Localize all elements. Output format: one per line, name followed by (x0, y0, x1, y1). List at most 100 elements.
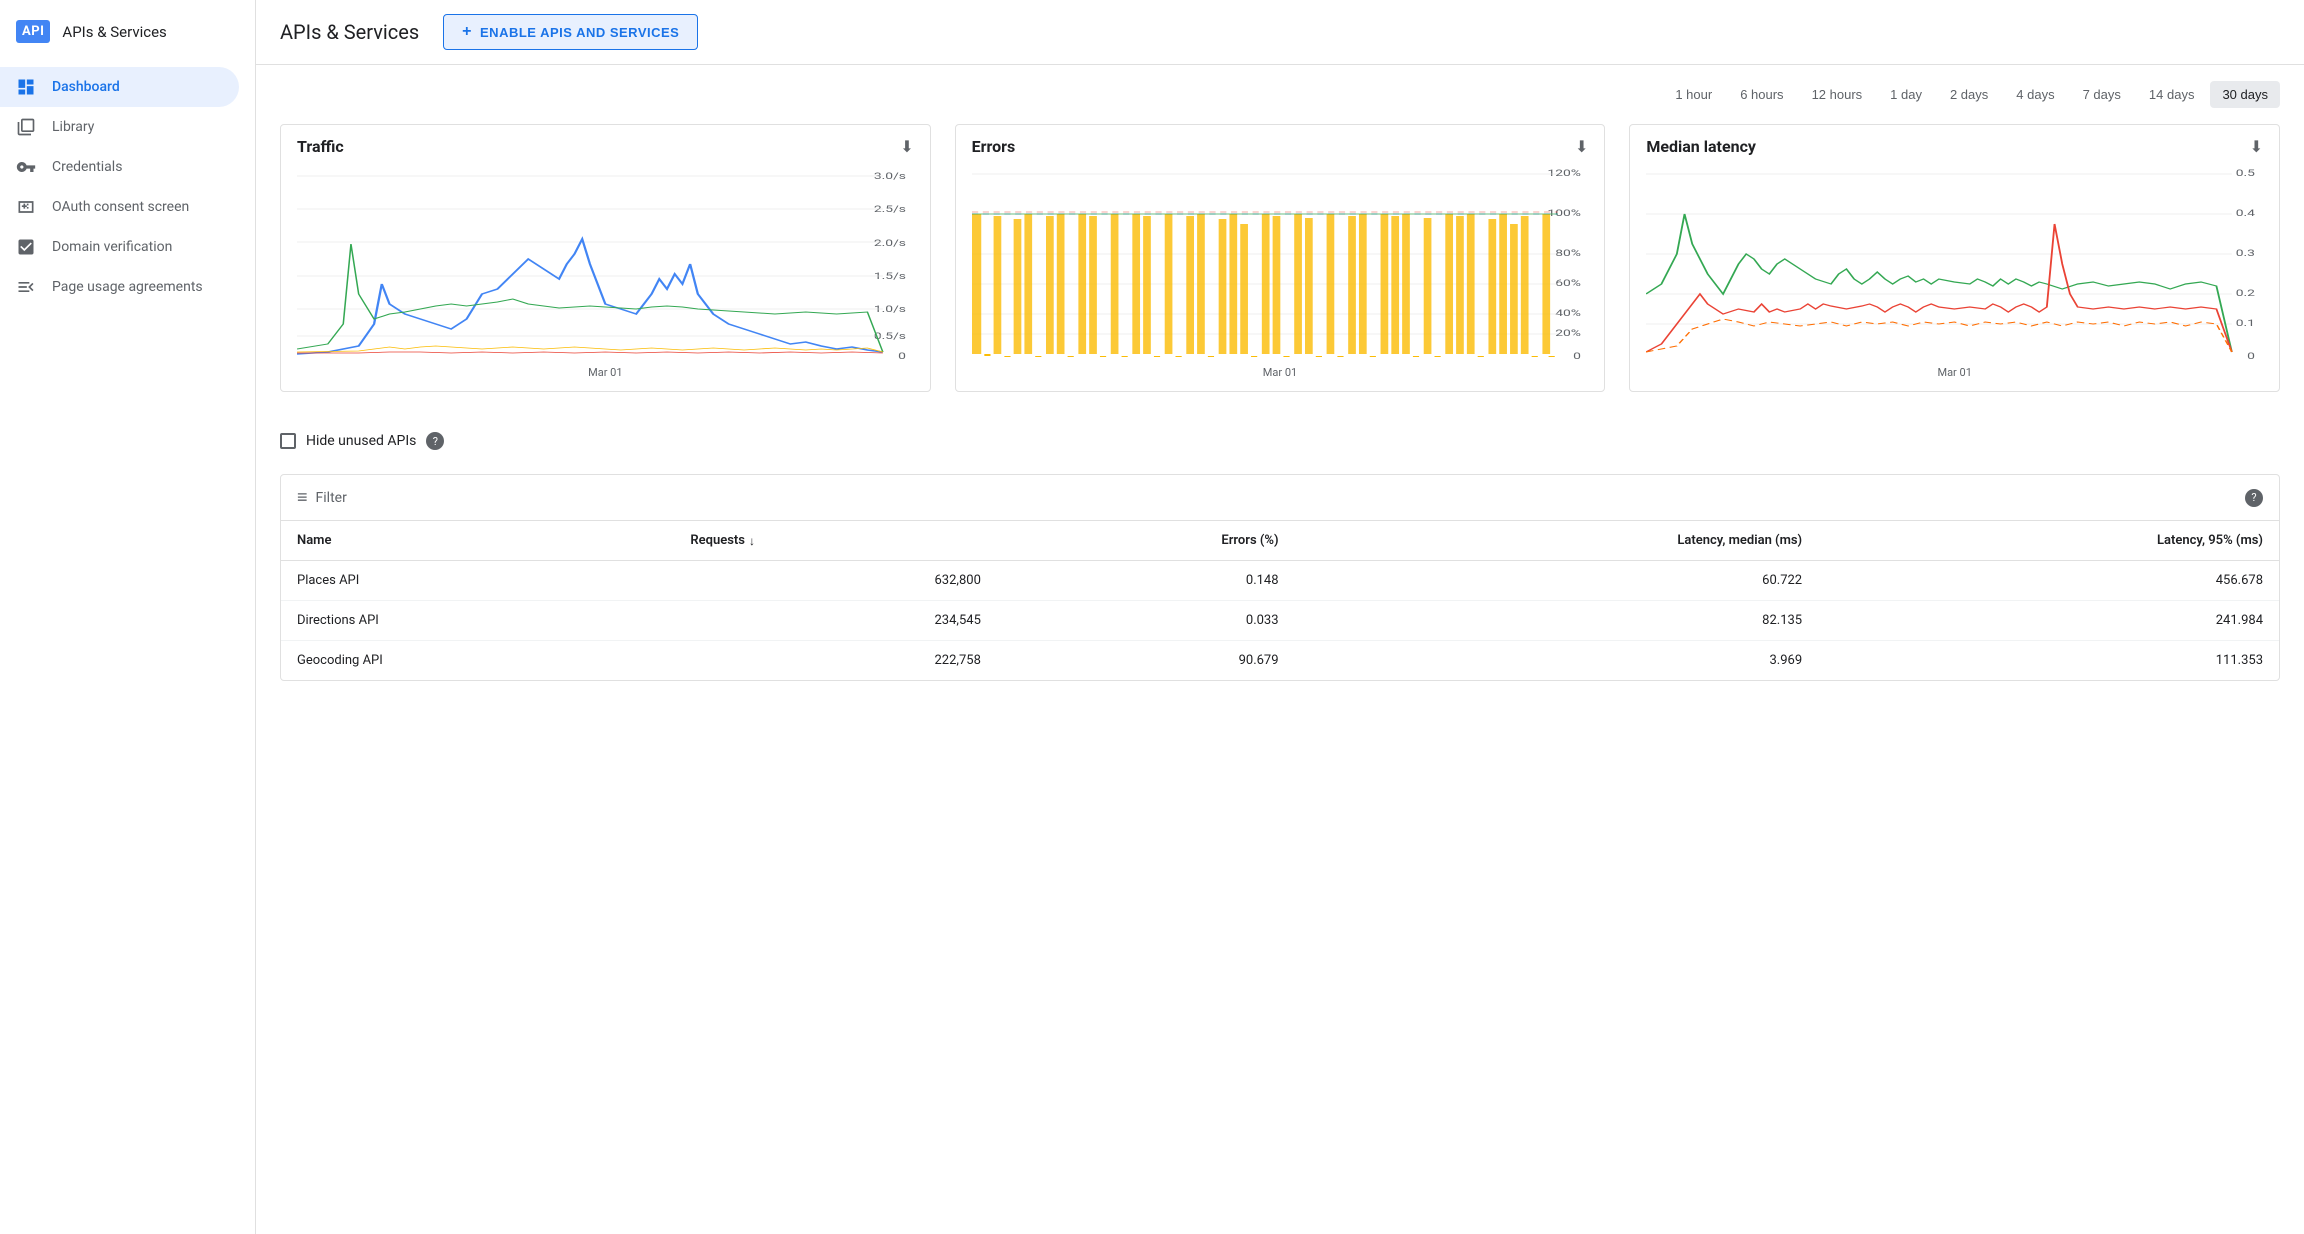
errors-chart-svg: 120% 100% 80% 60% 40% 20% 0 (972, 164, 1589, 364)
svg-text:0.3: 0.3 (2236, 248, 2255, 259)
row-2-name: Geocoding API (281, 641, 674, 681)
traffic-download-icon[interactable]: ⬇ (900, 137, 913, 156)
hide-unused-help-icon[interactable]: ? (426, 432, 444, 450)
time-btn-4days[interactable]: 4 days (2004, 81, 2066, 108)
charts-row: Traffic ⬇ 3.0/s 2.5/s 2.0/s 1.5/s 1.0/s … (280, 124, 2280, 392)
api-logo: API (16, 20, 50, 43)
time-btn-14days[interactable]: 14 days (2137, 81, 2207, 108)
sidebar-item-label-dashboard: Dashboard (52, 79, 120, 95)
sort-icon: ↓ (749, 534, 755, 548)
sidebar-nav: Dashboard Library Credentials OAuth cons… (0, 59, 255, 315)
svg-text:0: 0 (1573, 351, 1581, 362)
table-toolbar: ≡ Filter ? (281, 475, 2279, 521)
latency-chart-svg: 0.5 0.4 0.3 0.2 0.1 0 (1646, 164, 2263, 364)
traffic-chart-title: Traffic (297, 137, 344, 156)
errors-download-icon[interactable]: ⬇ (1575, 137, 1588, 156)
sidebar-item-label-credentials: Credentials (52, 159, 122, 175)
content-area: 1 hour 6 hours 12 hours 1 day 2 days 4 d… (256, 65, 2304, 697)
col-header-name: Name (281, 521, 674, 561)
errors-chart-area: 120% 100% 80% 60% 40% 20% 0 (972, 164, 1589, 364)
traffic-chart-xlabel: Mar 01 (297, 366, 914, 379)
row-1-latency-median: 82.135 (1295, 601, 1819, 641)
svg-text:0.4: 0.4 (2236, 208, 2256, 219)
table-row: Directions API 234,545 0.033 82.135 241.… (281, 601, 2279, 641)
col-header-requests[interactable]: Requests ↓ (674, 521, 997, 561)
col-header-errors: Errors (%) (997, 521, 1295, 561)
sidebar-item-oauth[interactable]: OAuth consent screen (0, 187, 239, 227)
latency-chart-area: 0.5 0.4 0.3 0.2 0.1 0 (1646, 164, 2263, 364)
sidebar-item-label-page-usage: Page usage agreements (52, 279, 203, 295)
filter-row[interactable]: ≡ Filter (297, 487, 347, 508)
main-content: APIs & Services + ENABLE APIS AND SERVIC… (256, 0, 2304, 1234)
hide-unused-label: Hide unused APIs (306, 433, 416, 449)
svg-text:0: 0 (2248, 351, 2256, 362)
svg-text:120%: 120% (1547, 168, 1581, 179)
svg-text:0: 0 (898, 351, 906, 362)
sidebar-title: APIs & Services (62, 23, 166, 41)
traffic-chart-area: 3.0/s 2.5/s 2.0/s 1.5/s 1.0/s 0.5/s 0 (297, 164, 914, 364)
time-btn-30days[interactable]: 30 days (2210, 81, 2280, 108)
errors-chart-header: Errors ⬇ (972, 137, 1589, 156)
row-2-errors: 90.679 (997, 641, 1295, 681)
col-header-latency-median: Latency, median (ms) (1295, 521, 1819, 561)
time-range-selector: 1 hour 6 hours 12 hours 1 day 2 days 4 d… (280, 81, 2280, 108)
page-usage-icon (16, 277, 36, 297)
time-btn-1day[interactable]: 1 day (1878, 81, 1934, 108)
sidebar-item-label-domain: Domain verification (52, 239, 172, 255)
row-1-errors: 0.033 (997, 601, 1295, 641)
traffic-chart-svg: 3.0/s 2.5/s 2.0/s 1.5/s 1.0/s 0.5/s 0 (297, 164, 914, 364)
traffic-chart-header: Traffic ⬇ (297, 137, 914, 156)
svg-text:0.5: 0.5 (2236, 168, 2256, 179)
filter-label: Filter (316, 490, 347, 506)
enable-apis-button[interactable]: + ENABLE APIS AND SERVICES (443, 14, 698, 50)
oauth-icon (16, 197, 36, 217)
row-0-latency-median: 60.722 (1295, 561, 1819, 601)
table-header-row: Name Requests ↓ Errors (%) Laten (281, 521, 2279, 561)
api-table-container: ≡ Filter ? Name Requests ↓ (280, 474, 2280, 681)
row-0-name: Places API (281, 561, 674, 601)
svg-text:20%: 20% (1555, 328, 1581, 339)
api-table: Name Requests ↓ Errors (%) Laten (281, 521, 2279, 680)
row-1-requests: 234,545 (674, 601, 997, 641)
table-row: Places API 632,800 0.148 60.722 456.678 (281, 561, 2279, 601)
table-help-icon[interactable]: ? (2245, 489, 2263, 507)
traffic-chart-panel: Traffic ⬇ 3.0/s 2.5/s 2.0/s 1.5/s 1.0/s … (280, 124, 931, 392)
dashboard-icon (16, 77, 36, 97)
sidebar-item-page-usage[interactable]: Page usage agreements (0, 267, 239, 307)
time-btn-7days[interactable]: 7 days (2071, 81, 2133, 108)
time-btn-2days[interactable]: 2 days (1938, 81, 2000, 108)
sidebar-item-dashboard[interactable]: Dashboard (0, 67, 239, 107)
row-1-name: Directions API (281, 601, 674, 641)
page-title: APIs & Services (280, 20, 419, 44)
sidebar-item-credentials[interactable]: Credentials (0, 147, 239, 187)
enable-button-label: ENABLE APIS AND SERVICES (480, 25, 679, 40)
hide-unused-row: Hide unused APIs ? (280, 424, 2280, 458)
row-2-latency-median: 3.969 (1295, 641, 1819, 681)
sidebar-item-domain[interactable]: Domain verification (0, 227, 239, 267)
errors-chart-title: Errors (972, 137, 1016, 156)
sidebar: API APIs & Services Dashboard Library Cr… (0, 0, 256, 1234)
latency-chart-xlabel: Mar 01 (1646, 366, 2263, 379)
svg-text:0.2: 0.2 (2236, 288, 2256, 299)
domain-icon (16, 237, 36, 257)
hide-unused-checkbox[interactable] (280, 433, 296, 449)
sidebar-item-library[interactable]: Library (0, 107, 239, 147)
latency-chart-title: Median latency (1646, 137, 1756, 156)
row-0-latency-95: 456.678 (1818, 561, 2279, 601)
time-btn-12hours[interactable]: 12 hours (1800, 81, 1875, 108)
latency-download-icon[interactable]: ⬇ (2250, 137, 2263, 156)
time-btn-6hours[interactable]: 6 hours (1728, 81, 1795, 108)
plus-icon: + (462, 23, 472, 41)
sidebar-item-label-library: Library (52, 119, 94, 135)
svg-text:2.0/s: 2.0/s (874, 238, 906, 249)
latency-chart-header: Median latency ⬇ (1646, 137, 2263, 156)
time-btn-1hour[interactable]: 1 hour (1663, 81, 1724, 108)
sidebar-item-label-oauth: OAuth consent screen (52, 199, 189, 215)
svg-text:40%: 40% (1555, 308, 1581, 319)
svg-text:100%: 100% (1547, 208, 1581, 219)
row-2-requests: 222,758 (674, 641, 997, 681)
top-bar: APIs & Services + ENABLE APIS AND SERVIC… (256, 0, 2304, 65)
row-2-latency-95: 111.353 (1818, 641, 2279, 681)
credentials-icon (16, 157, 36, 177)
col-header-latency-95: Latency, 95% (ms) (1818, 521, 2279, 561)
